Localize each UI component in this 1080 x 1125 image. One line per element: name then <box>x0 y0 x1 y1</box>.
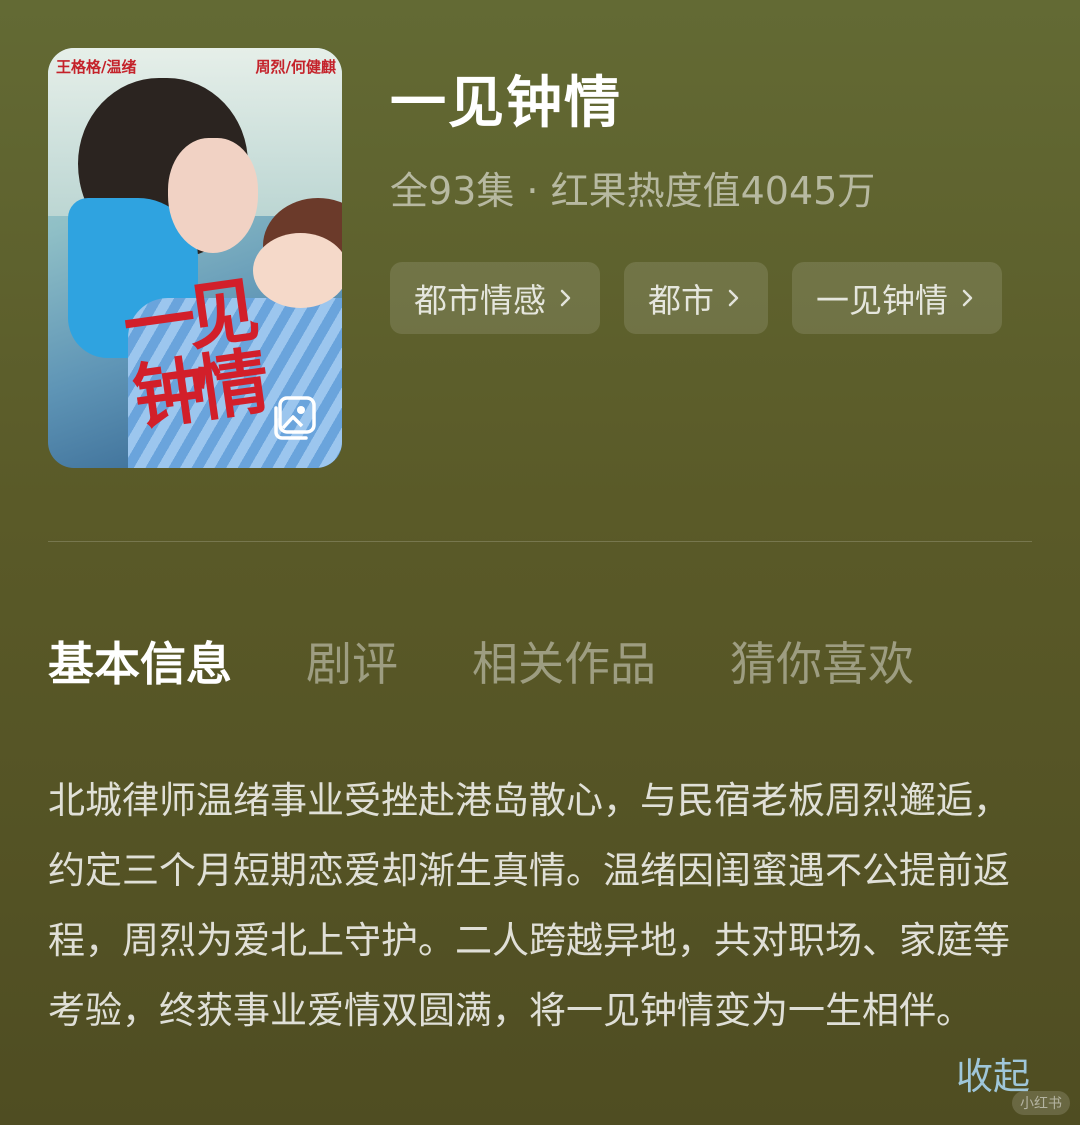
poster-image[interactable]: 王格格/温绪 周烈/何健麒 一见钟情 <box>48 48 342 468</box>
watermark: 小红书 <box>1012 1091 1070 1115</box>
drama-description: 北城律师温绪事业受挫赴港岛散心，与民宿老板周烈邂逅，约定三个月短期恋爱却渐生真情… <box>48 779 1010 1032</box>
tag-list: 都市情感 都市 一见钟情 <box>390 262 1002 334</box>
section-divider <box>48 541 1032 542</box>
drama-title: 一见钟情 <box>390 71 622 136</box>
tab-basic-info[interactable]: 基本信息 <box>48 628 232 694</box>
poster-figure-woman-face <box>168 138 258 253</box>
chevron-right-icon <box>728 289 739 307</box>
tag-label: 一见钟情 <box>816 281 948 320</box>
tab-bar: 基本信息 剧评 相关作品 猜你喜欢 <box>48 628 988 694</box>
tab-related-works[interactable]: 相关作品 <box>472 628 656 694</box>
tab-recommendations[interactable]: 猜你喜欢 <box>730 628 914 694</box>
poster-cast-left: 王格格/温绪 <box>56 58 137 76</box>
tag-label: 都市 <box>648 281 714 320</box>
poster-cast-right: 周烈/何健麒 <box>255 58 336 76</box>
tag-urban[interactable]: 都市 <box>624 262 768 334</box>
chevron-right-icon <box>560 289 571 307</box>
tag-label: 都市情感 <box>414 281 546 320</box>
chevron-right-icon <box>962 289 973 307</box>
gallery-icon[interactable] <box>272 394 320 442</box>
drama-meta: 全93集 · 红果热度值4045万 <box>390 169 876 213</box>
tab-reviews[interactable]: 剧评 <box>306 628 398 694</box>
tag-love-at-first-sight[interactable]: 一见钟情 <box>792 262 1002 334</box>
tag-urban-romance[interactable]: 都市情感 <box>390 262 600 334</box>
